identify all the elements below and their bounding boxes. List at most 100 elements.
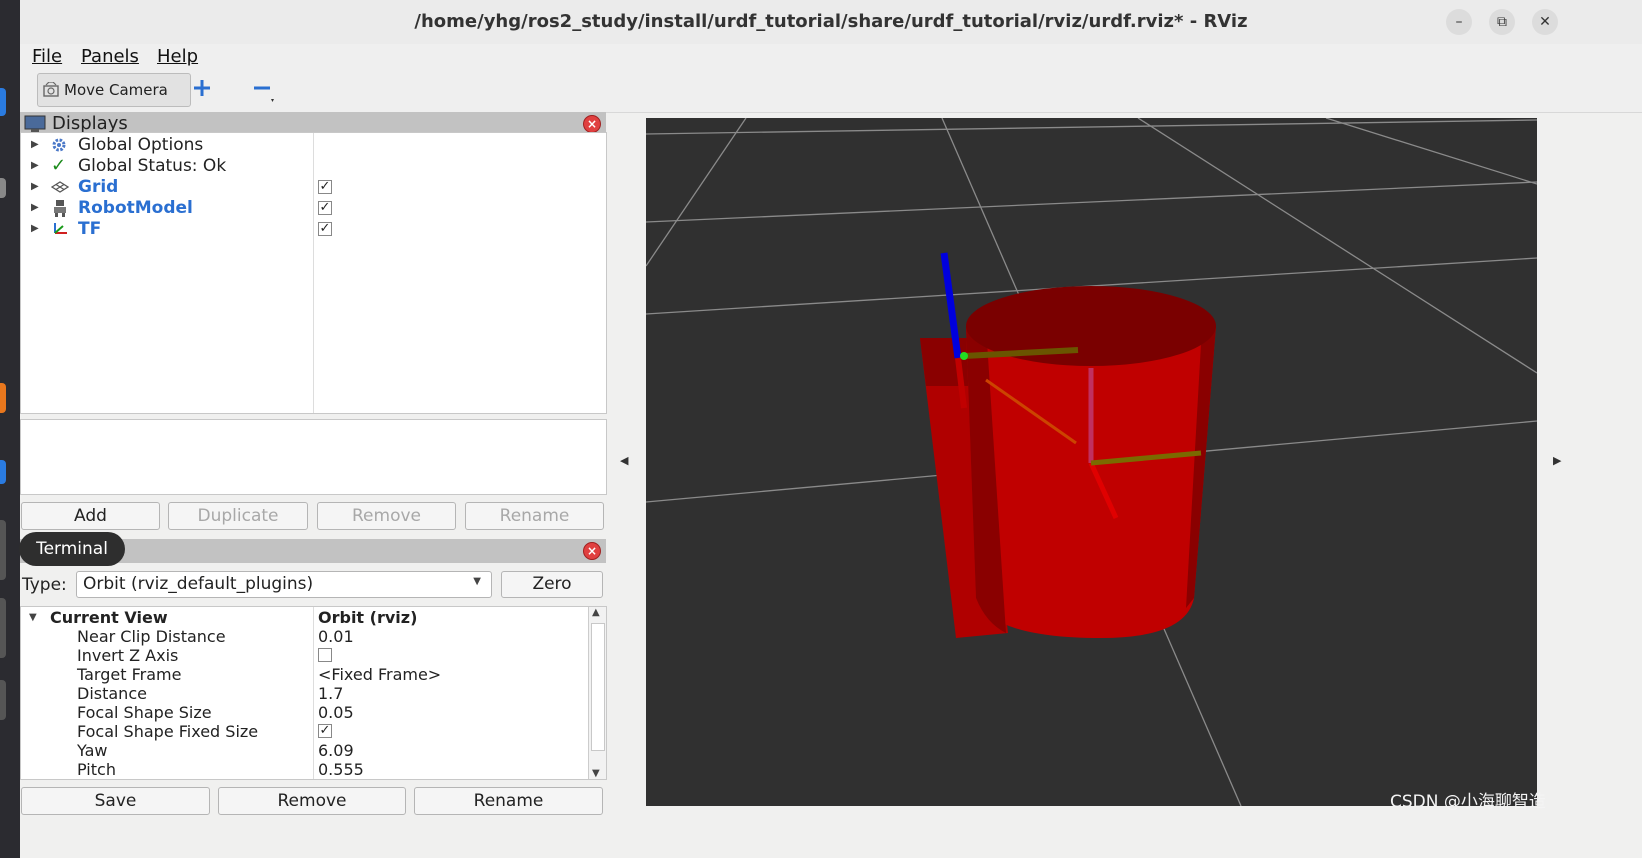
add-tool-icon[interactable]	[192, 78, 212, 98]
scroll-up-icon[interactable]: ▲	[592, 607, 600, 618]
menu-file[interactable]: File	[32, 46, 62, 67]
grid-icon	[51, 181, 69, 193]
display-description-box	[20, 419, 607, 495]
launcher-dock	[0, 0, 20, 858]
property-row[interactable]: Distance 1.7	[21, 684, 591, 703]
property-row-current-view[interactable]: ▼ Current View Orbit (rviz)	[21, 608, 591, 627]
grid-enabled-checkbox[interactable]: ✓	[318, 180, 332, 194]
view-type-value: Orbit (rviz_default_plugins)	[83, 574, 314, 594]
render-viewport[interactable]	[646, 118, 1537, 806]
axes-icon	[54, 223, 67, 234]
tree-label: TF	[78, 219, 102, 239]
property-row[interactable]: Focal Shape Fixed Size ✓	[21, 722, 591, 741]
property-value: Orbit (rviz)	[318, 608, 418, 627]
property-name: Invert Z Axis	[77, 646, 179, 665]
menu-panels[interactable]: Panels	[81, 46, 139, 67]
property-name: Near Clip Distance	[77, 627, 226, 646]
property-value: 6.09	[318, 741, 354, 760]
camera-icon	[43, 82, 59, 97]
collapse-right-icon[interactable]: ▶	[1553, 454, 1561, 467]
robot-icon	[54, 200, 66, 217]
dock-app-icon[interactable]	[0, 178, 6, 198]
expand-arrow-icon[interactable]: ▶	[31, 134, 39, 156]
property-row[interactable]: Invert Z Axis	[21, 646, 591, 665]
monitor-icon	[24, 115, 46, 132]
window-titlebar: /home/yhg/ros2_study/install/urdf_tutori…	[20, 0, 1642, 45]
dock-app-icon[interactable]	[0, 88, 6, 116]
property-name: Focal Shape Size	[77, 703, 212, 722]
remove-view-button[interactable]: Remove	[218, 787, 406, 815]
dock-app-icon[interactable]	[0, 383, 6, 413]
property-name: Pitch	[77, 760, 116, 779]
tree-label: Global Options	[78, 135, 204, 155]
invert-z-axis-checkbox[interactable]	[318, 648, 332, 662]
collapse-arrow-icon[interactable]: ▼	[29, 608, 37, 627]
property-row[interactable]: Yaw 6.09	[21, 741, 591, 760]
expand-arrow-icon[interactable]: ▶	[31, 197, 39, 219]
save-view-button[interactable]: Save	[21, 787, 210, 815]
dock-app-icon[interactable]	[0, 680, 6, 720]
expand-arrow-icon[interactable]: ▶	[31, 218, 39, 240]
menu-bar: File Panels Help	[20, 44, 1642, 70]
move-camera-label: Move Camera	[64, 81, 168, 99]
property-name: Target Frame	[77, 665, 182, 684]
view-properties-tree: ▲ ▼ ▼ Current View Orbit (rviz) Near Cli…	[20, 606, 607, 780]
property-value: 0.555	[318, 760, 364, 779]
close-panel-button[interactable]: ×	[583, 542, 601, 560]
rename-view-button[interactable]: Rename	[414, 787, 603, 815]
remove-display-button[interactable]: Remove	[317, 502, 456, 530]
scene-3d	[646, 118, 1537, 806]
displays-tree: ▶ Global Options ▶ ✓ Global Status: Ok ▶…	[20, 132, 607, 414]
dock-app-icon[interactable]	[0, 460, 6, 484]
property-value: 0.05	[318, 703, 354, 722]
tree-row-robotmodel[interactable]: ▶ RobotModel ✓	[21, 197, 601, 219]
rename-display-button[interactable]: Rename	[465, 502, 604, 530]
tf-enabled-checkbox[interactable]: ✓	[318, 222, 332, 236]
property-row[interactable]: Target Frame <Fixed Frame>	[21, 665, 591, 684]
tf-frame-origin	[960, 352, 968, 360]
chevron-down-icon: ▼	[473, 576, 481, 587]
robotmodel-enabled-checkbox[interactable]: ✓	[318, 201, 332, 215]
duplicate-display-button[interactable]: Duplicate	[168, 502, 308, 530]
terminal-tooltip[interactable]: Terminal	[19, 532, 125, 566]
dock-app-icon[interactable]	[0, 520, 6, 580]
scroll-down-icon[interactable]: ▼	[592, 768, 600, 779]
property-row[interactable]: Pitch 0.555	[21, 760, 591, 779]
gear-icon	[52, 138, 66, 152]
tool-bar: Move Camera	[20, 70, 1642, 113]
expand-arrow-icon[interactable]: ▶	[31, 176, 39, 198]
watermark-text: CSDN @小海聊智造	[1390, 792, 1546, 812]
property-row[interactable]: Near Clip Distance 0.01	[21, 627, 591, 646]
collapse-left-icon[interactable]: ◀	[620, 454, 628, 467]
scrollbar-thumb[interactable]	[591, 623, 605, 751]
type-label: Type:	[22, 575, 67, 595]
close-window-button[interactable]: ✕	[1532, 9, 1558, 35]
menu-help[interactable]: Help	[157, 46, 198, 67]
property-value: 0.01	[318, 627, 354, 646]
tree-label: Grid	[78, 177, 119, 197]
tree-row-grid[interactable]: ▶ Grid ✓	[21, 176, 601, 198]
dock-app-icon[interactable]	[0, 598, 6, 658]
add-display-button[interactable]: Add	[21, 502, 160, 530]
tree-label: Global Status: Ok	[78, 156, 227, 176]
property-name: Focal Shape Fixed Size	[77, 722, 259, 741]
property-name: Yaw	[77, 741, 108, 760]
tree-row-global-options[interactable]: ▶ Global Options	[21, 134, 601, 156]
move-camera-tool[interactable]: Move Camera	[37, 73, 191, 107]
view-type-select[interactable]: Orbit (rviz_default_plugins) ▼	[76, 571, 492, 598]
zero-button[interactable]: Zero	[501, 571, 603, 598]
property-row[interactable]: Focal Shape Size 0.05	[21, 703, 591, 722]
focal-fixed-size-checkbox[interactable]: ✓	[318, 724, 332, 738]
remove-tool-icon[interactable]	[252, 78, 276, 104]
property-name: Distance	[77, 684, 147, 703]
expand-arrow-icon[interactable]: ▶	[31, 155, 39, 177]
property-value: <Fixed Frame>	[318, 665, 442, 684]
property-value: 1.7	[318, 684, 344, 703]
tree-row-tf[interactable]: ▶ TF ✓	[21, 218, 601, 240]
minimize-button[interactable]: –	[1446, 9, 1472, 35]
tree-row-global-status[interactable]: ▶ ✓ Global Status: Ok	[21, 155, 601, 177]
close-panel-button[interactable]: ×	[583, 115, 601, 133]
maximize-button[interactable]: ⧉	[1489, 9, 1515, 35]
checkmark-icon: ✓	[51, 155, 67, 176]
tree-label: RobotModel	[78, 198, 193, 218]
